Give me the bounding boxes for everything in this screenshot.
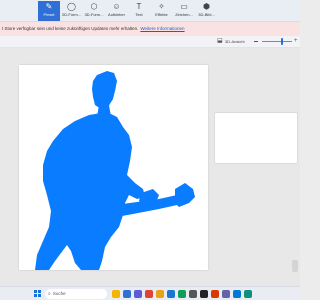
tool-label: Pinsel [43,12,55,17]
view-3d-icon[interactable]: ⬓ [217,38,223,44]
tool-brush[interactable]: ✎ Pinsel [38,1,60,21]
tool-canvas[interactable]: ▭ Zeichen... [173,1,195,21]
view-toolbar: ⬓ 3D-Ansicht + [0,36,300,48]
workspace [0,48,300,286]
zoom-slider-thumb[interactable] [281,38,284,45]
search-label: Suche [52,291,66,296]
tool-library-3d[interactable]: ⬢ 3D-Bibl... [196,1,218,21]
more-info-link[interactable]: Weitere Informationen [140,26,184,31]
tool-text[interactable]: T Text [128,1,150,21]
taskbar: ⌕ Suche [0,286,300,300]
tool-label: Text [135,12,143,17]
view-3d-toggle[interactable]: 3D-Ansicht [225,38,245,45]
tool-label: Zeichen... [175,12,193,17]
library-3d-icon: ⬢ [203,2,210,11]
tool-label: Aufkleber [108,12,125,17]
office-icon[interactable] [211,290,219,298]
chrome-icon[interactable] [145,290,153,298]
guitarist-silhouette [35,71,195,270]
tool-label: 3D-Bibl... [198,12,215,17]
effects-icon: ✧ [158,2,165,11]
tool-label: Effekte [155,12,168,17]
teams-icon[interactable] [222,290,230,298]
zoom-in-icon[interactable]: + [294,38,298,44]
floating-panel [214,112,298,164]
paint-icon[interactable] [233,290,241,298]
tool-effects[interactable]: ✧ Effekte [151,1,173,21]
tool-label: 2D-Form... [61,12,82,17]
zoom-slider[interactable] [262,41,292,42]
settings-icon[interactable] [189,290,197,298]
edge-icon[interactable] [244,290,252,298]
search-icon: ⌕ [48,291,51,297]
text-icon: T [136,2,142,11]
tool-label: 3D-Form... [84,12,104,17]
explorer-icon[interactable] [112,290,120,298]
update-notice-bar: t Store verfügbar sein und keine zukünft… [0,22,300,36]
photos-icon[interactable] [123,290,131,298]
sticker-icon: ☺ [112,2,121,11]
zoom-out-icon[interactable] [254,41,258,42]
mail-icon[interactable] [167,290,175,298]
files-icon[interactable] [156,290,164,298]
notice-text: t Store verfügbar sein und keine zukünft… [2,26,139,31]
toolbar-ribbon: ✎ Pinsel ◯ 2D-Form... ⬡ 3D-Form... ☺ Aufkleber T… [0,0,300,22]
drawing-canvas[interactable] [19,65,208,270]
shapes-2d-icon: ◯ [67,2,76,11]
tool-shapes-3d[interactable]: ⬡ 3D-Form... [83,1,105,21]
taskbar-search[interactable]: ⌕ Suche [45,289,107,299]
media-icon[interactable] [178,290,186,298]
tool-shapes-2d[interactable]: ◯ 2D-Form... [61,1,83,21]
store-icon[interactable] [134,290,142,298]
scroll-indicator[interactable] [292,260,298,272]
canvas-icon: ▭ [180,2,188,11]
shapes-3d-icon: ⬡ [90,2,98,11]
windows-start-icon[interactable] [34,290,41,297]
brush-icon: ✎ [45,2,53,11]
terminal-icon[interactable] [200,290,208,298]
tool-sticker[interactable]: ☺ Aufkleber [106,1,128,21]
